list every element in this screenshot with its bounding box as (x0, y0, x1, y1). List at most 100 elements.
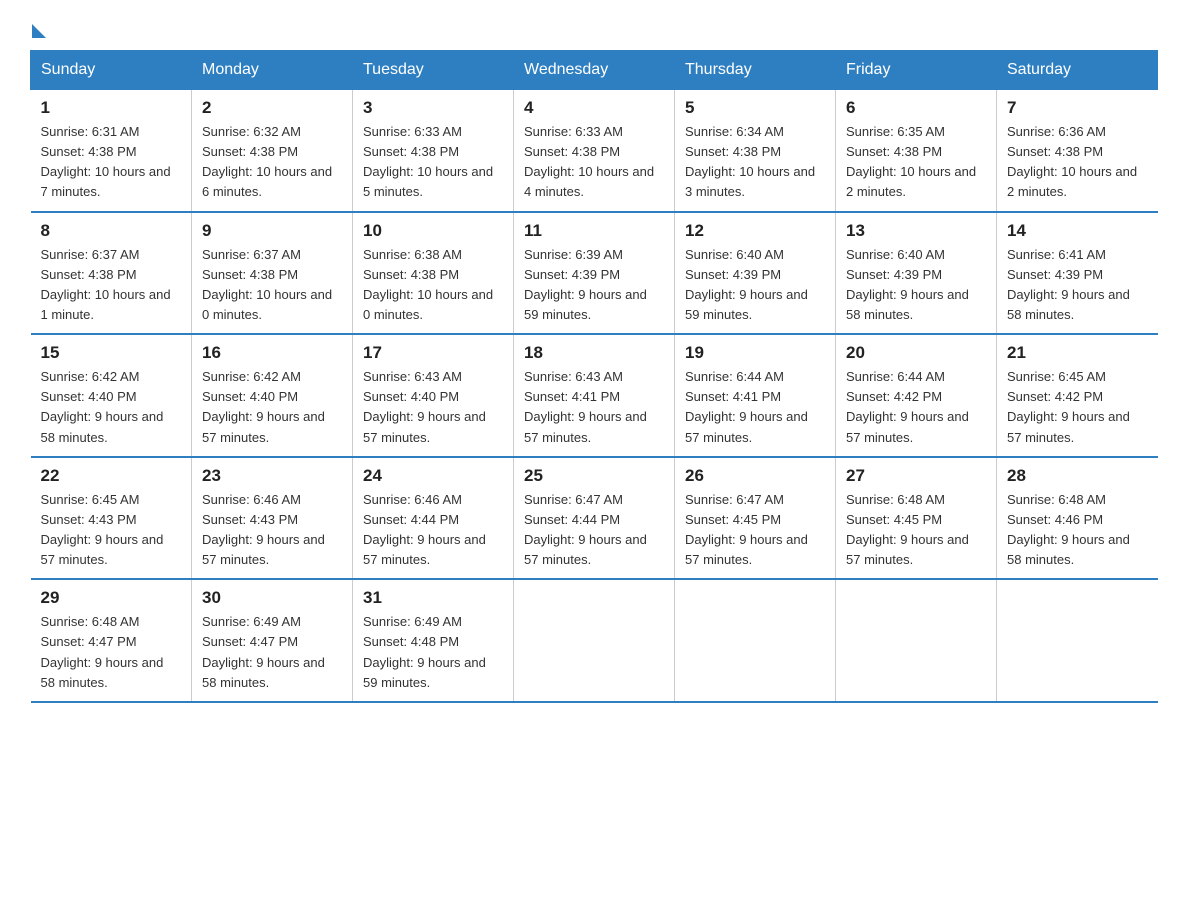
col-friday: Friday (836, 51, 997, 90)
day-info: Sunrise: 6:48 AMSunset: 4:47 PMDaylight:… (41, 612, 182, 693)
col-saturday: Saturday (997, 51, 1158, 90)
day-number: 26 (685, 466, 825, 486)
calendar-week-row: 22 Sunrise: 6:45 AMSunset: 4:43 PMDayligh… (31, 457, 1158, 580)
day-info: Sunrise: 6:32 AMSunset: 4:38 PMDaylight:… (202, 122, 342, 203)
table-row (514, 579, 675, 702)
table-row: 13 Sunrise: 6:40 AMSunset: 4:39 PMDayligh… (836, 212, 997, 335)
day-number: 11 (524, 221, 664, 241)
day-number: 3 (363, 98, 503, 118)
day-number: 5 (685, 98, 825, 118)
table-row: 27 Sunrise: 6:48 AMSunset: 4:45 PMDayligh… (836, 457, 997, 580)
day-number: 27 (846, 466, 986, 486)
day-info: Sunrise: 6:37 AMSunset: 4:38 PMDaylight:… (202, 245, 342, 326)
table-row: 4 Sunrise: 6:33 AMSunset: 4:38 PMDaylight… (514, 90, 675, 212)
day-number: 6 (846, 98, 986, 118)
table-row: 8 Sunrise: 6:37 AMSunset: 4:38 PMDaylight… (31, 212, 192, 335)
day-number: 2 (202, 98, 342, 118)
table-row: 30Sunrise: 6:49 AMSunset: 4:47 PMDayligh… (192, 579, 353, 702)
table-row: 7 Sunrise: 6:36 AMSunset: 4:38 PMDaylight… (997, 90, 1158, 212)
day-info: Sunrise: 6:40 AMSunset: 4:39 PMDaylight:… (846, 245, 986, 326)
table-row: 21 Sunrise: 6:45 AMSunset: 4:42 PMDayligh… (997, 334, 1158, 457)
day-info: Sunrise: 6:49 AMSunset: 4:48 PMDaylight:… (363, 612, 503, 693)
table-row: 12 Sunrise: 6:40 AMSunset: 4:39 PMDayligh… (675, 212, 836, 335)
day-info: Sunrise: 6:38 AMSunset: 4:38 PMDaylight:… (363, 245, 503, 326)
day-number: 24 (363, 466, 503, 486)
calendar-header-row: Sunday Monday Tuesday Wednesday Thursday… (31, 51, 1158, 90)
day-info: Sunrise: 6:44 AMSunset: 4:42 PMDaylight:… (846, 367, 986, 448)
day-number: 4 (524, 98, 664, 118)
day-number: 15 (41, 343, 182, 363)
table-row: 6 Sunrise: 6:35 AMSunset: 4:38 PMDaylight… (836, 90, 997, 212)
day-info: Sunrise: 6:37 AMSunset: 4:38 PMDaylight:… (41, 245, 182, 326)
day-info: Sunrise: 6:33 AMSunset: 4:38 PMDaylight:… (363, 122, 503, 203)
day-info: Sunrise: 6:40 AMSunset: 4:39 PMDaylight:… (685, 245, 825, 326)
table-row: 29 Sunrise: 6:48 AMSunset: 4:47 PMDayligh… (31, 579, 192, 702)
day-number: 9 (202, 221, 342, 241)
table-row: 14 Sunrise: 6:41 AMSunset: 4:39 PMDayligh… (997, 212, 1158, 335)
day-info: Sunrise: 6:36 AMSunset: 4:38 PMDaylight:… (1007, 122, 1148, 203)
table-row: 16 Sunrise: 6:42 AMSunset: 4:40 PMDayligh… (192, 334, 353, 457)
day-number: 17 (363, 343, 503, 363)
day-info: Sunrise: 6:48 AMSunset: 4:45 PMDaylight:… (846, 490, 986, 571)
table-row: 31 Sunrise: 6:49 AMSunset: 4:48 PMDayligh… (353, 579, 514, 702)
day-number: 13 (846, 221, 986, 241)
day-number: 28 (1007, 466, 1148, 486)
day-info: Sunrise: 6:39 AMSunset: 4:39 PMDaylight:… (524, 245, 664, 326)
day-number: 10 (363, 221, 503, 241)
table-row: 2 Sunrise: 6:32 AMSunset: 4:38 PMDaylight… (192, 90, 353, 212)
table-row: 22 Sunrise: 6:45 AMSunset: 4:43 PMDayligh… (31, 457, 192, 580)
day-number: 29 (41, 588, 182, 608)
table-row: 15 Sunrise: 6:42 AMSunset: 4:40 PMDayligh… (31, 334, 192, 457)
logo (30, 20, 46, 34)
day-info: Sunrise: 6:42 AMSunset: 4:40 PMDaylight:… (202, 367, 342, 448)
day-number: 18 (524, 343, 664, 363)
day-info: Sunrise: 6:34 AMSunset: 4:38 PMDaylight:… (685, 122, 825, 203)
day-info: Sunrise: 6:33 AMSunset: 4:38 PMDaylight:… (524, 122, 664, 203)
day-info: Sunrise: 6:43 AMSunset: 4:41 PMDaylight:… (524, 367, 664, 448)
day-info: Sunrise: 6:45 AMSunset: 4:42 PMDaylight:… (1007, 367, 1148, 448)
day-number: 23 (202, 466, 342, 486)
day-number: 22 (41, 466, 182, 486)
day-number: 21 (1007, 343, 1148, 363)
page-header (30, 20, 1158, 34)
table-row: 18 Sunrise: 6:43 AMSunset: 4:41 PMDayligh… (514, 334, 675, 457)
table-row: 10 Sunrise: 6:38 AMSunset: 4:38 PMDayligh… (353, 212, 514, 335)
day-number: 8 (41, 221, 182, 241)
day-number: 19 (685, 343, 825, 363)
day-number: 14 (1007, 221, 1148, 241)
table-row: 11 Sunrise: 6:39 AMSunset: 4:39 PMDayligh… (514, 212, 675, 335)
col-wednesday: Wednesday (514, 51, 675, 90)
day-number: 1 (41, 98, 182, 118)
col-sunday: Sunday (31, 51, 192, 90)
day-number: 16 (202, 343, 342, 363)
day-info: Sunrise: 6:41 AMSunset: 4:39 PMDaylight:… (1007, 245, 1148, 326)
table-row: 5 Sunrise: 6:34 AMSunset: 4:38 PMDaylight… (675, 90, 836, 212)
day-info: Sunrise: 6:35 AMSunset: 4:38 PMDaylight:… (846, 122, 986, 203)
day-info: Sunrise: 6:49 AMSunset: 4:47 PMDaylight:… (202, 612, 342, 693)
col-thursday: Thursday (675, 51, 836, 90)
calendar-week-row: 1 Sunrise: 6:31 AMSunset: 4:38 PMDaylight… (31, 90, 1158, 212)
calendar-week-row: 29 Sunrise: 6:48 AMSunset: 4:47 PMDayligh… (31, 579, 1158, 702)
logo-arrow-icon (32, 24, 46, 38)
calendar-week-row: 8 Sunrise: 6:37 AMSunset: 4:38 PMDaylight… (31, 212, 1158, 335)
table-row: 17Sunrise: 6:43 AMSunset: 4:40 PMDayligh… (353, 334, 514, 457)
table-row (997, 579, 1158, 702)
day-number: 12 (685, 221, 825, 241)
day-number: 7 (1007, 98, 1148, 118)
table-row (675, 579, 836, 702)
table-row: 24Sunrise: 6:46 AMSunset: 4:44 PMDayligh… (353, 457, 514, 580)
table-row: 23 Sunrise: 6:46 AMSunset: 4:43 PMDayligh… (192, 457, 353, 580)
day-number: 20 (846, 343, 986, 363)
table-row: 9 Sunrise: 6:37 AMSunset: 4:38 PMDaylight… (192, 212, 353, 335)
table-row: 3 Sunrise: 6:33 AMSunset: 4:38 PMDaylight… (353, 90, 514, 212)
day-info: Sunrise: 6:42 AMSunset: 4:40 PMDaylight:… (41, 367, 182, 448)
day-info: Sunrise: 6:48 AMSunset: 4:46 PMDaylight:… (1007, 490, 1148, 571)
day-info: Sunrise: 6:47 AMSunset: 4:44 PMDaylight:… (524, 490, 664, 571)
calendar-week-row: 15 Sunrise: 6:42 AMSunset: 4:40 PMDayligh… (31, 334, 1158, 457)
day-info: Sunrise: 6:45 AMSunset: 4:43 PMDaylight:… (41, 490, 182, 571)
table-row: 28 Sunrise: 6:48 AMSunset: 4:46 PMDayligh… (997, 457, 1158, 580)
table-row: 19Sunrise: 6:44 AMSunset: 4:41 PMDayligh… (675, 334, 836, 457)
day-info: Sunrise: 6:31 AMSunset: 4:38 PMDaylight:… (41, 122, 182, 203)
day-info: Sunrise: 6:46 AMSunset: 4:43 PMDaylight:… (202, 490, 342, 571)
day-number: 31 (363, 588, 503, 608)
